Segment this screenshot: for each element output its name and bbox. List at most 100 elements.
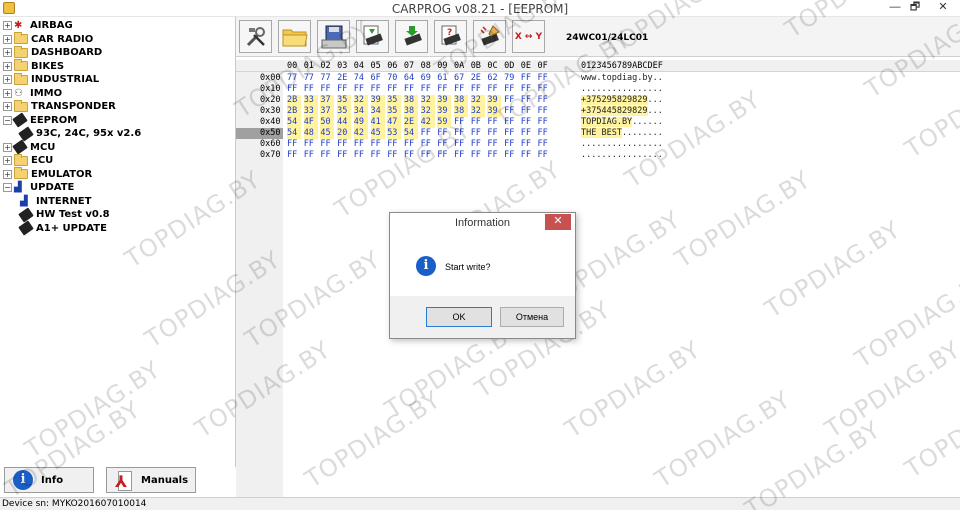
hex-byte[interactable]: FF [538,139,552,150]
hex-byte[interactable]: 32 [470,95,485,106]
hex-byte[interactable]: FF [404,139,418,150]
tree-item[interactable]: + ✱ AIRBAG [3,19,73,32]
hex-byte[interactable]: 32 [420,106,435,117]
hex-byte[interactable]: FF [371,84,385,95]
hex-byte[interactable]: 38 [454,95,468,106]
hex-byte[interactable]: 32 [420,95,435,106]
hex-byte[interactable]: FF [304,150,318,161]
hex-byte[interactable]: FF [387,139,401,150]
hex-byte[interactable]: FF [521,150,535,161]
hex-byte[interactable]: FF [487,150,501,161]
hex-byte[interactable]: 38 [454,106,468,117]
tree-item[interactable]: + INDUSTRIAL [3,72,99,86]
ascii-text[interactable]: ................ [581,150,663,161]
hex-byte[interactable]: FF [437,128,451,139]
settings-tools-button[interactable] [239,20,272,53]
hex-byte[interactable]: FF [304,139,318,150]
hex-byte[interactable]: 74 [354,73,368,84]
hex-byte[interactable]: FF [437,139,451,150]
read-chip-button[interactable] [356,20,389,53]
hex-byte[interactable]: 39 [370,95,385,106]
hex-byte[interactable]: 54 [287,117,301,128]
expand-icon[interactable]: + [3,156,12,165]
hex-byte[interactable]: 37 [320,106,335,117]
hex-byte[interactable]: FF [437,150,451,161]
ascii-text[interactable]: +375295829829... [581,95,663,106]
hex-byte[interactable]: FF [521,95,535,106]
hex-byte[interactable]: FF [421,84,435,95]
hex-byte[interactable]: 38 [403,106,418,117]
hex-byte[interactable]: FF [337,139,351,150]
hex-byte[interactable]: FF [504,139,518,150]
hex-byte[interactable]: FF [387,84,401,95]
hex-byte[interactable]: 77 [287,73,301,84]
hex-byte[interactable]: FF [504,128,518,139]
tree-item[interactable]: 93C, 24C, 95x v2.6 [18,125,141,142]
expand-icon[interactable]: + [3,61,12,71]
info-button[interactable]: i Info [4,467,94,493]
hex-byte[interactable]: 54 [287,128,301,139]
expand-icon[interactable]: + [3,34,12,44]
hex-byte[interactable]: FF [521,128,535,139]
hex-byte[interactable]: FF [471,128,485,139]
hex-byte[interactable]: FF [538,95,552,106]
cancel-button[interactable]: Отмена [500,307,564,327]
hex-byte[interactable]: 77 [320,73,334,84]
hex-byte[interactable]: 38 [403,95,418,106]
hex-byte[interactable]: 45 [370,128,385,139]
hex-byte[interactable]: 33 [303,106,318,117]
hex-byte[interactable]: 42 [353,128,368,139]
hex-byte[interactable]: 42 [420,117,435,128]
hex-byte[interactable]: FF [354,84,368,95]
ascii-text[interactable]: THE BEST........ [581,128,663,139]
tree-item[interactable]: + MCU [3,139,55,155]
hex-byte[interactable]: FF [404,150,418,161]
hex-byte[interactable]: FF [337,84,351,95]
hex-byte[interactable]: FF [504,95,518,106]
tree-item[interactable]: + ⚇ IMMO [3,87,62,100]
hex-byte[interactable]: FF [287,84,301,95]
ascii-text[interactable]: TOPDIAG.BY...... [581,117,663,128]
ascii-text[interactable]: www.topdiag.by.. [581,73,663,84]
hex-byte[interactable]: FF [521,139,535,150]
hex-byte[interactable]: 79 [504,73,518,84]
hex-byte[interactable]: 35 [387,95,402,106]
hex-byte[interactable]: 34 [370,106,385,117]
tree-item[interactable]: HW Test v0.8 [18,206,110,223]
hex-editor[interactable]: 0x00 77 77 77 2E 74 6F 70 64 69 61 67 2E 62 79 FF FF www.… [236,72,960,497]
hex-byte[interactable]: 2E [403,117,418,128]
hex-byte[interactable]: 77 [304,73,318,84]
hex-byte[interactable]: 39 [437,106,452,117]
expand-icon[interactable]: + [3,169,12,179]
swap-bytes-button[interactable]: X ↔ Y [512,20,545,53]
hex-byte[interactable]: 69 [421,73,435,84]
hex-byte[interactable]: 2B [287,95,301,106]
hex-byte[interactable]: FF [538,128,552,139]
hex-byte[interactable]: FF [538,106,552,117]
manuals-button[interactable]: Manuals [106,467,196,493]
collapse-icon[interactable]: − [3,115,12,125]
hex-byte[interactable]: FF [471,139,485,150]
hex-byte[interactable]: 49 [353,117,368,128]
hex-byte[interactable]: FF [521,73,535,84]
hex-byte[interactable]: 2E [471,73,485,84]
erase-chip-button[interactable] [473,20,506,53]
ascii-text[interactable]: ................ [581,84,663,95]
hex-byte[interactable]: FF [538,150,552,161]
hex-byte[interactable]: 2E [337,73,351,84]
hex-byte[interactable]: 47 [387,117,402,128]
hex-byte[interactable]: FF [304,84,318,95]
hex-byte[interactable]: FF [521,117,535,128]
hex-byte[interactable]: 39 [437,95,452,106]
hex-byte[interactable]: FF [521,106,535,117]
hex-byte[interactable]: FF [487,128,501,139]
hex-byte[interactable]: 20 [337,128,352,139]
ok-button[interactable]: OK [426,307,492,327]
hex-byte[interactable]: FF [471,150,485,161]
hex-byte[interactable]: FF [471,117,485,128]
hex-byte[interactable]: FF [504,150,518,161]
hex-byte[interactable]: FF [471,84,485,95]
hex-byte[interactable]: FF [320,139,334,150]
hex-byte[interactable]: 32 [470,106,485,117]
tree-item[interactable]: ▟ INTERNET [20,195,91,208]
